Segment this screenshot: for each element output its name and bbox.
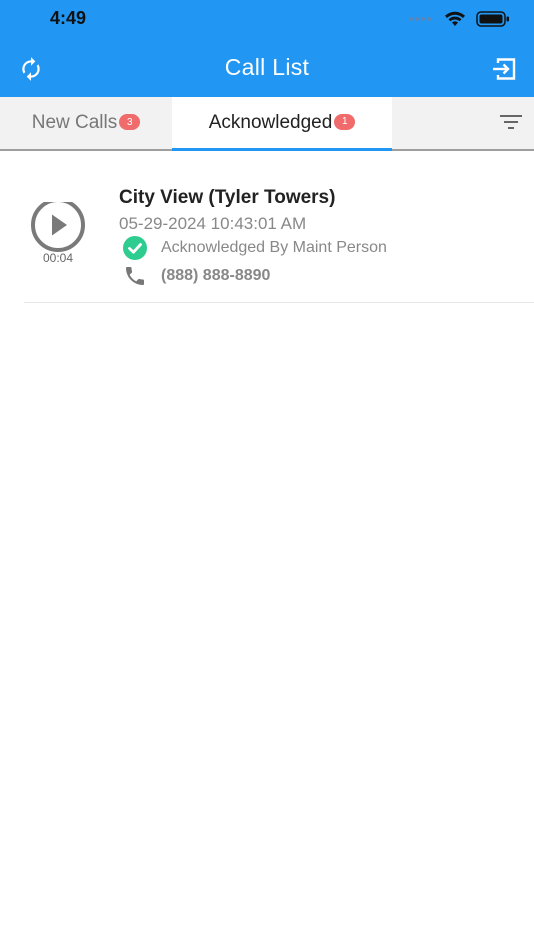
acknowledged-status-row: Acknowledged By Maint Person: [123, 236, 387, 260]
status-bar: 4:49: [0, 0, 534, 40]
acknowledged-status-text: Acknowledged By Maint Person: [161, 239, 387, 256]
app-bar: Call List: [0, 40, 534, 97]
play-icon: [31, 198, 85, 252]
tab-label: New Calls: [31, 112, 118, 133]
status-icons: [408, 10, 510, 28]
play-button[interactable]: [30, 198, 86, 258]
wifi-icon: [445, 11, 465, 26]
acknowledged-count-badge: 1: [334, 113, 356, 130]
page-title: Call List: [224, 54, 310, 80]
battery-icon: [476, 11, 509, 27]
call-location-name: City View (Tyler Towers): [119, 187, 336, 208]
logout-button[interactable]: [489, 54, 519, 84]
phone-number-link[interactable]: (888) 888-8890: [161, 267, 270, 285]
call-datetime: 05-29-2024 10:43:01 AM: [119, 214, 307, 233]
call-list-item[interactable]: 00:04 City View (Tyler Towers) 05-29-202…: [24, 180, 534, 303]
filter-icon: [500, 115, 522, 129]
logout-icon: [493, 58, 516, 80]
cellular-signal-icon: [409, 17, 431, 21]
tab-acknowledged[interactable]: Acknowledged 1: [172, 97, 392, 151]
status-time: 4:49: [50, 8, 87, 28]
phone-icon: [126, 267, 144, 285]
filter-button[interactable]: [498, 109, 524, 135]
tab-bar: New Calls 3 Acknowledged 1: [0, 97, 534, 151]
tab-new-calls[interactable]: New Calls 3: [0, 97, 172, 149]
tab-label: Acknowledged: [208, 111, 333, 133]
phone-row[interactable]: (888) 888-8890: [123, 264, 270, 288]
call-duration: 00:04: [42, 251, 74, 265]
check-circle-icon: [123, 236, 147, 260]
new-calls-count-badge: 3: [119, 114, 141, 130]
